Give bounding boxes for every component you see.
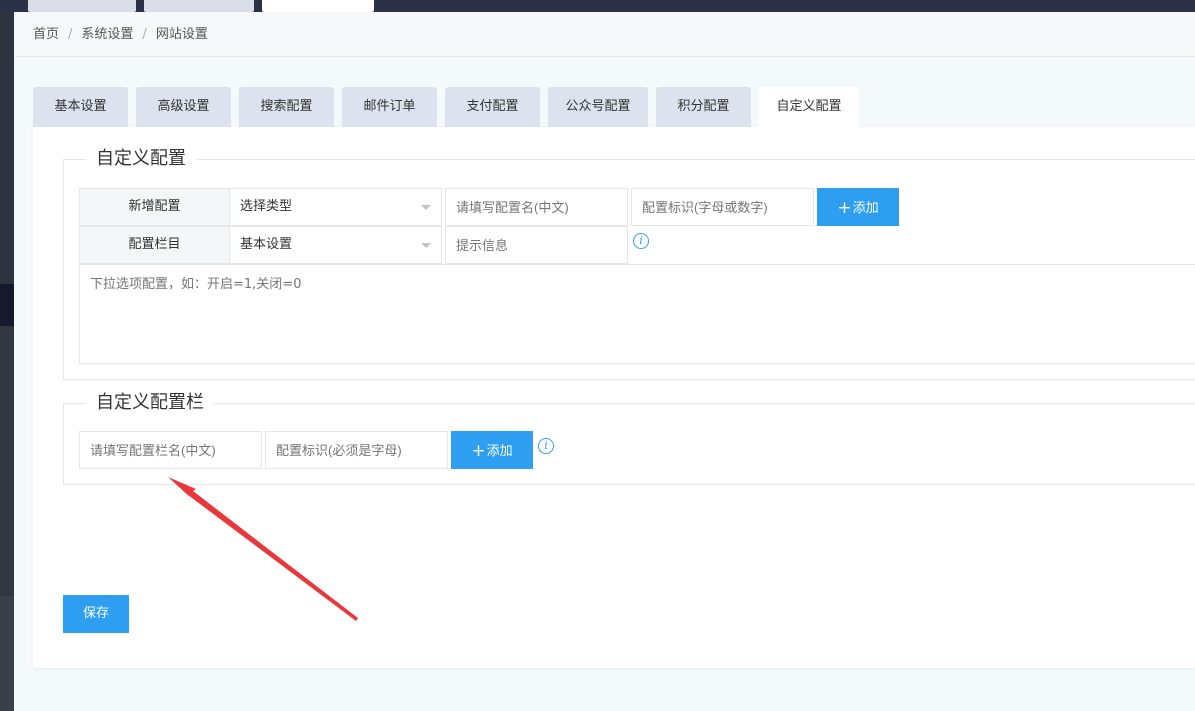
tab-custom-config[interactable]: 自定义配置 [759,87,859,127]
breadcrumb: 首页 / 系统设置 / 网站设置 [14,12,1195,57]
info-icon[interactable]: i [538,438,554,454]
breadcrumb-separator: / [142,27,147,42]
breadcrumb-system-settings[interactable]: 系统设置 [81,27,133,42]
sidebar-edge [0,12,14,711]
add-config-label: 新增配置 [79,188,230,226]
chevron-down-icon [421,243,431,248]
add-config-button[interactable]: +添加 [817,188,899,226]
main-content: 基本设置 高级设置 搜索配置 邮件订单 支付配置 公众号配置 积分配置 自定义配… [14,57,1195,711]
tab-panel: 自定义配置 新增配置 选择类型 +添加 配置栏目 基本设置 i 自定义配置栏 + [33,127,1195,668]
plus-icon: + [471,441,486,461]
tab-advanced-settings[interactable]: 高级设置 [136,87,231,127]
tip-info-input[interactable] [445,226,628,264]
add-section-button-label: 添加 [486,444,513,459]
custom-section-fieldset: 自定义配置栏 +添加 i [63,390,1195,485]
add-section-button[interactable]: +添加 [451,431,533,469]
chevron-down-icon [421,205,431,210]
custom-config-legend: 自定义配置 [86,146,196,172]
tab-search-config[interactable]: 搜索配置 [239,87,334,127]
custom-config-fieldset: 自定义配置 新增配置 选择类型 +添加 配置栏目 基本设置 i [63,146,1195,380]
tab-wechat-config[interactable]: 公众号配置 [548,87,648,127]
add-config-button-label: 添加 [852,201,879,216]
breadcrumb-site-settings: 网站设置 [155,27,208,42]
section-key-input[interactable] [265,431,448,469]
breadcrumb-separator: / [68,27,73,42]
config-section-label: 配置栏目 [79,226,230,264]
save-button[interactable]: 保存 [63,595,129,633]
config-type-select-value: 选择类型 [240,199,293,214]
config-key-input[interactable] [631,188,814,226]
tab-points-config[interactable]: 积分配置 [656,87,751,127]
dropdown-options-textarea[interactable] [79,264,1195,364]
info-icon[interactable]: i [633,233,649,249]
config-section-select-value: 基本设置 [240,237,293,252]
top-tab-active[interactable] [262,0,374,12]
config-type-select[interactable]: 选择类型 [229,188,442,226]
tab-mail-order[interactable]: 邮件订单 [342,87,437,127]
top-tab[interactable] [28,0,136,12]
tab-payment-config[interactable]: 支付配置 [445,87,540,127]
section-name-input[interactable] [79,431,262,469]
tab-basic-settings[interactable]: 基本设置 [33,87,128,127]
config-section-select[interactable]: 基本设置 [229,226,442,264]
top-tab[interactable] [144,0,254,12]
custom-section-legend: 自定义配置栏 [86,390,214,416]
config-name-input[interactable] [445,188,628,226]
top-navigation-bar [0,0,1195,12]
breadcrumb-home[interactable]: 首页 [33,27,59,42]
plus-icon: + [837,198,852,218]
